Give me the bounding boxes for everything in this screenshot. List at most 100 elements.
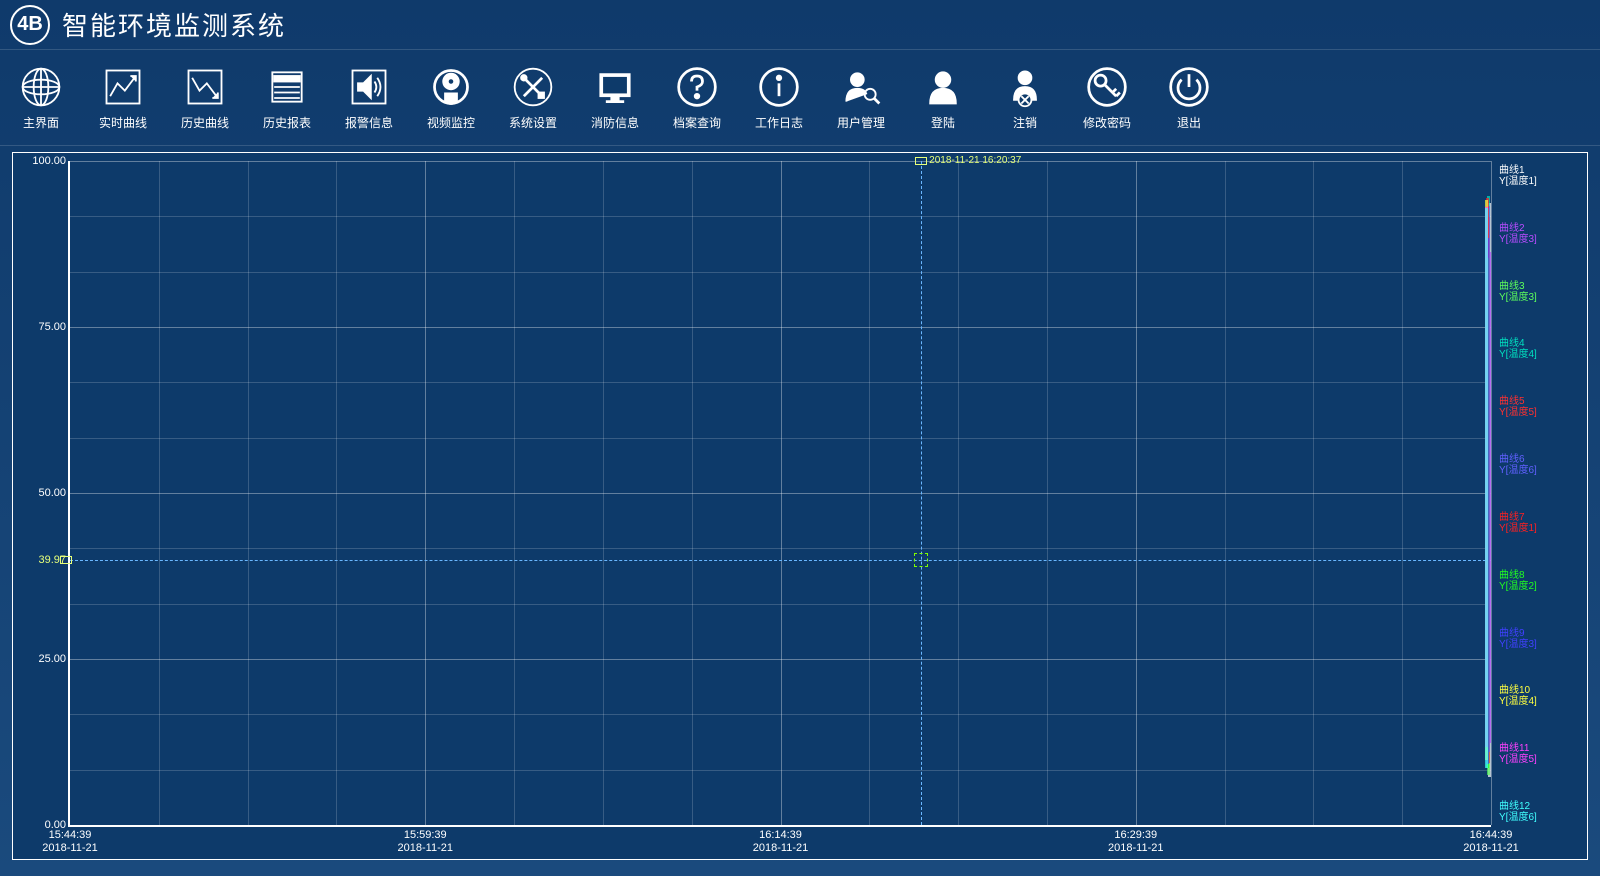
cursor-x-handle[interactable] [915, 157, 927, 165]
grid-line-v [1136, 161, 1137, 825]
tool-history-curve[interactable]: 历史曲线 [176, 64, 234, 131]
legend-name: 曲线6 [1499, 454, 1585, 465]
legend-item[interactable]: 曲线3Y[温度3] [1495, 281, 1585, 303]
legend-name: 曲线4 [1499, 338, 1585, 349]
tool-login[interactable]: 登陆 [914, 64, 972, 131]
x-tick: 15:44:392018-11-21 [42, 829, 97, 855]
toolbar: 主界面 实时曲线 历史曲线 历史报表报警信息 视频监控系统设置 消防信息 档案查询 工作日志用… [0, 50, 1600, 146]
legend-var: Y[温度3] [1499, 639, 1585, 650]
tool-video[interactable]: 视频监控 [422, 64, 480, 131]
tool-label: 系统设置 [509, 114, 557, 131]
cursor-cross[interactable] [914, 553, 928, 567]
legend-var: Y[温度3] [1499, 234, 1585, 245]
camera-icon [428, 64, 474, 110]
y-tick: 25.00 [38, 653, 66, 665]
tool-alarm[interactable]: 报警信息 [340, 64, 398, 131]
legend-item[interactable]: 曲线7Y[温度1] [1495, 512, 1585, 534]
legend-name: 曲线10 [1499, 685, 1585, 696]
tool-label: 档案查询 [673, 114, 721, 131]
legend-item[interactable]: 曲线12Y[温度6] [1495, 801, 1585, 823]
legend-item[interactable]: 曲线1Y[温度1] [1495, 165, 1585, 187]
grid-line-v [781, 161, 782, 825]
legend-var: Y[温度4] [1499, 349, 1585, 360]
tool-realtime[interactable]: 实时曲线 [94, 64, 152, 131]
tool-label: 消防信息 [591, 114, 639, 131]
cursor-horizontal[interactable] [70, 560, 1491, 561]
legend-name: 曲线9 [1499, 628, 1585, 639]
legend-item[interactable]: 曲线8Y[温度2] [1495, 570, 1585, 592]
grid-line-v [869, 161, 870, 825]
report-icon [264, 64, 310, 110]
grid-line-v [692, 161, 693, 825]
grid-line-v [248, 161, 249, 825]
legend-var: Y[温度4] [1499, 696, 1585, 707]
legend-item[interactable]: 曲线2Y[温度3] [1495, 223, 1585, 245]
tool-archive[interactable]: 档案查询 [668, 64, 726, 131]
x-tick: 16:29:392018-11-21 [1108, 829, 1163, 855]
chart-legend: 曲线1Y[温度1]曲线2Y[温度3]曲线3Y[温度3]曲线4Y[温度4]曲线5Y… [1495, 161, 1585, 827]
speaker-icon [346, 64, 392, 110]
x-tick: 16:44:392018-11-21 [1463, 829, 1518, 855]
user-x-icon [1002, 64, 1048, 110]
chart-down-icon [182, 64, 228, 110]
legend-var: Y[温度5] [1499, 407, 1585, 418]
legend-var: Y[温度6] [1499, 812, 1585, 823]
tool-fire[interactable]: 消防信息 [586, 64, 644, 131]
grid-line-v [603, 161, 604, 825]
tool-user-mgmt[interactable]: 用户管理 [832, 64, 890, 131]
user-icon [920, 64, 966, 110]
y-tick: 100.00 [32, 155, 66, 167]
data-line [1485, 208, 1488, 768]
monitor-icon [592, 64, 638, 110]
chart-plot[interactable]: 0.0025.0050.0075.00100.0015:44:392018-11… [68, 161, 1491, 827]
tool-logout[interactable]: 注销 [996, 64, 1054, 131]
user-search-icon [838, 64, 884, 110]
legend-var: Y[温度5] [1499, 754, 1585, 765]
legend-name: 曲线12 [1499, 801, 1585, 812]
tool-password[interactable]: 修改密码 [1078, 64, 1136, 131]
tool-settings[interactable]: 系统设置 [504, 64, 562, 131]
tool-label: 主界面 [23, 114, 59, 131]
cursor-timestamp: 2018-11-21 16:20:37 [929, 155, 1021, 166]
chart-up-icon [100, 64, 146, 110]
legend-var: Y[温度1] [1499, 523, 1585, 534]
tool-main[interactable]: 主界面 [12, 64, 70, 131]
cursor-y-handle[interactable] [60, 556, 72, 564]
legend-name: 曲线7 [1499, 512, 1585, 523]
legend-var: Y[温度2] [1499, 581, 1585, 592]
globe-icon [18, 64, 64, 110]
grid-line-v [336, 161, 337, 825]
legend-item[interactable]: 曲线9Y[温度3] [1495, 628, 1585, 650]
grid-line-v [514, 161, 515, 825]
tool-label: 用户管理 [837, 114, 885, 131]
legend-item[interactable]: 曲线6Y[温度6] [1495, 454, 1585, 476]
legend-name: 曲线2 [1499, 223, 1585, 234]
legend-var: Y[温度3] [1499, 292, 1585, 303]
tool-exit[interactable]: 退出 [1160, 64, 1218, 131]
grid-line-v [1313, 161, 1314, 825]
header: 4B 智能环境监测系统 [0, 0, 1600, 50]
y-tick: 50.00 [38, 487, 66, 499]
legend-name: 曲线3 [1499, 281, 1585, 292]
grid-line-v [1491, 161, 1492, 825]
chart-container: 0.0025.0050.0075.00100.0015:44:392018-11… [12, 152, 1588, 860]
tool-label: 登陆 [931, 114, 955, 131]
legend-item[interactable]: 曲线4Y[温度4] [1495, 338, 1585, 360]
grid-line-v [1225, 161, 1226, 825]
tool-label: 历史曲线 [181, 114, 229, 131]
tool-label: 实时曲线 [99, 114, 147, 131]
legend-item[interactable]: 曲线10Y[温度4] [1495, 685, 1585, 707]
question-icon [674, 64, 720, 110]
logo-icon: 4B [10, 5, 50, 45]
legend-name: 曲线11 [1499, 743, 1585, 754]
tool-label: 注销 [1013, 114, 1037, 131]
cursor-vertical[interactable] [921, 161, 922, 825]
legend-item[interactable]: 曲线11Y[温度5] [1495, 743, 1585, 765]
tool-worklog[interactable]: 工作日志 [750, 64, 808, 131]
tool-label: 报警信息 [345, 114, 393, 131]
tool-history-report[interactable]: 历史报表 [258, 64, 316, 131]
x-tick: 16:14:392018-11-21 [753, 829, 808, 855]
legend-item[interactable]: 曲线5Y[温度5] [1495, 396, 1585, 418]
legend-var: Y[温度6] [1499, 465, 1585, 476]
grid-line-v [1402, 161, 1403, 825]
